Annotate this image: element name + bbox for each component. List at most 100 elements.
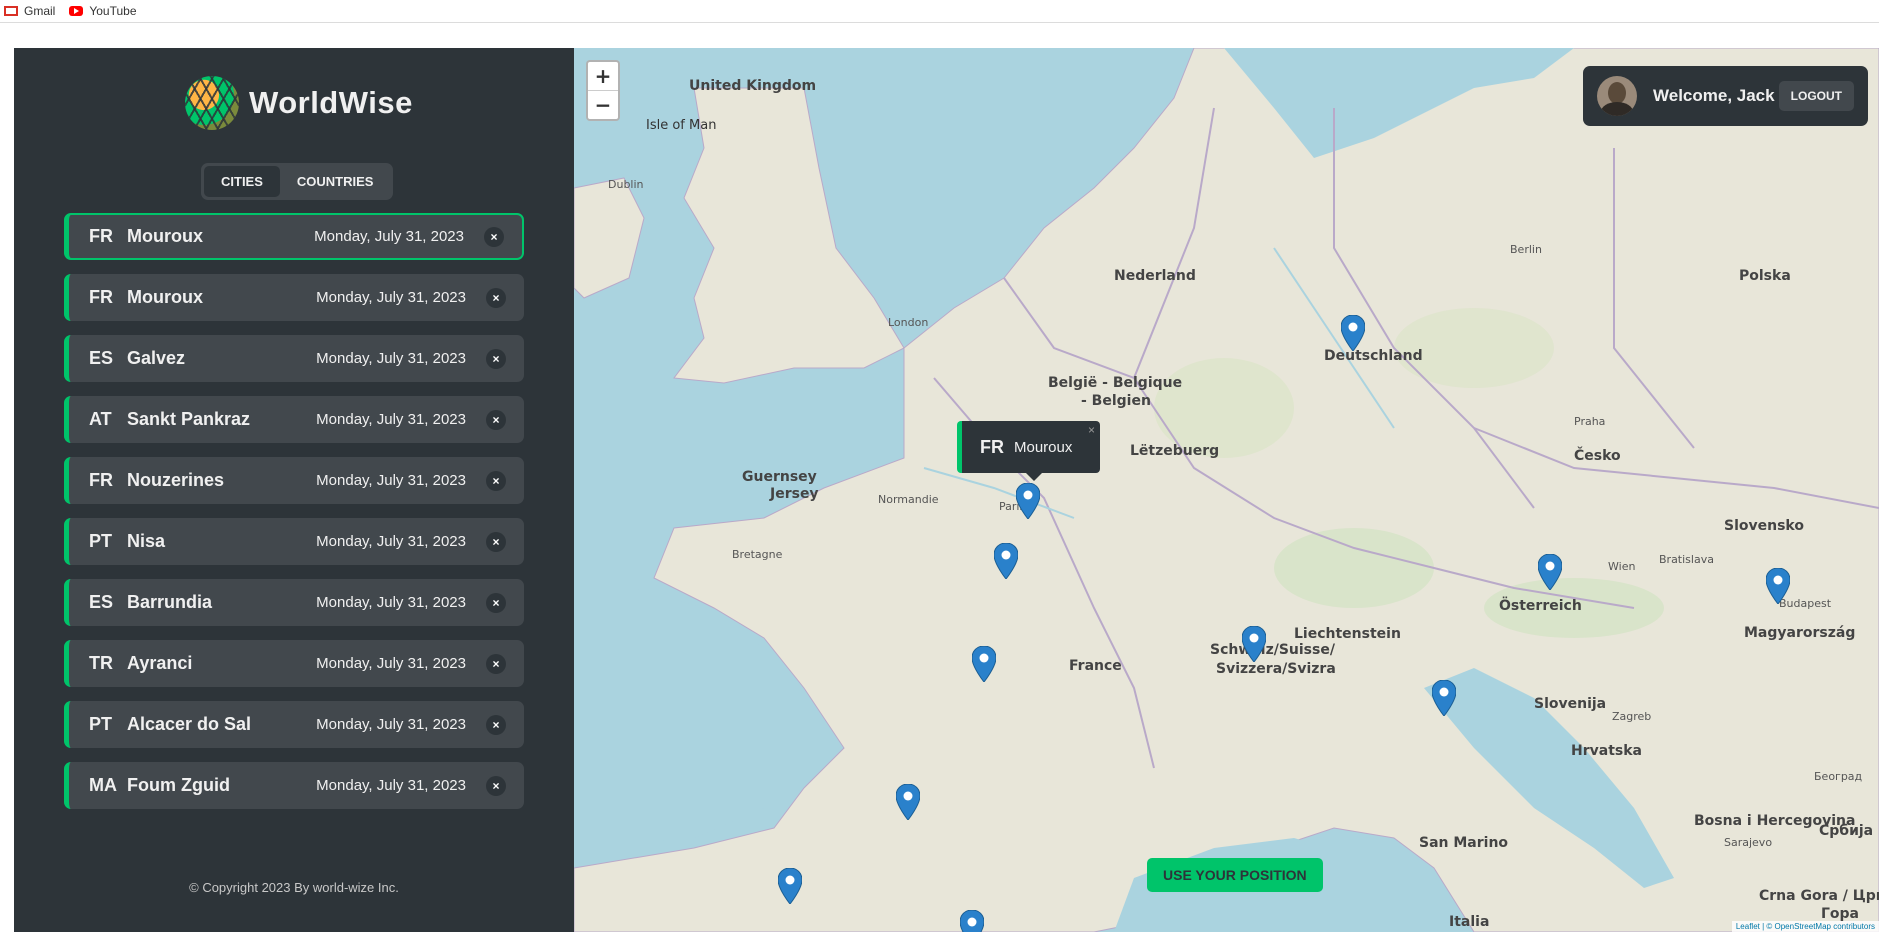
delete-city-button[interactable]: ×	[486, 470, 506, 491]
city-item[interactable]: ES Barrundia Monday, July 31, 2023 ×	[64, 579, 524, 626]
map-marker[interactable]	[960, 910, 984, 932]
map-label: San Marino	[1419, 835, 1509, 851]
city-item[interactable]: PT Alcacer do Sal Monday, July 31, 2023 …	[64, 701, 524, 748]
country-code: PT	[89, 714, 113, 734]
map[interactable]: + − United Kingdom Isle of Man Dublin Lo…	[574, 48, 1879, 932]
map-label: Guernsey	[742, 469, 817, 485]
map-label: Deutschland	[1324, 348, 1423, 364]
map-attribution[interactable]: Leaflet | © OpenStreetMap contributors	[1731, 921, 1879, 932]
city-date: Monday, July 31, 2023	[316, 289, 466, 306]
city-item[interactable]: FR Nouzerines Monday, July 31, 2023 ×	[64, 457, 524, 504]
map-label: London	[888, 316, 929, 329]
city-item[interactable]: PT Nisa Monday, July 31, 2023 ×	[64, 518, 524, 565]
delete-city-button[interactable]: ×	[486, 592, 506, 613]
city-name: Nisa	[127, 531, 166, 551]
map-label: Србија	[1819, 823, 1874, 839]
logo[interactable]: WorldWise	[185, 76, 413, 130]
country-code: FR	[89, 470, 113, 490]
city-item[interactable]: FR Mouroux Monday, July 31, 2023 ×	[64, 274, 524, 321]
city-name: Foum Zguid	[127, 775, 230, 795]
map-label: - Belgien	[1081, 393, 1151, 409]
map-label: Normandie	[878, 493, 939, 506]
city-name: Mouroux	[127, 287, 203, 307]
city-item[interactable]: MA Foum Zguid Monday, July 31, 2023 ×	[64, 762, 524, 809]
bookmark-label: Gmail	[24, 4, 56, 18]
map-marker[interactable]	[994, 543, 1018, 579]
delete-city-button[interactable]: ×	[486, 287, 506, 308]
bookmark-gmail[interactable]: Gmail	[0, 4, 55, 18]
map-marker[interactable]	[1016, 483, 1040, 519]
country-code: AT	[89, 409, 112, 429]
map-label: Zagreb	[1612, 710, 1652, 723]
delete-city-button[interactable]: ×	[486, 531, 506, 552]
globe-logo-icon	[185, 76, 239, 130]
city-list: FR Mouroux Monday, July 31, 2023 × FR Mo…	[64, 213, 524, 823]
map-label: Svizzera/Svizra	[1216, 661, 1336, 677]
map-marker[interactable]	[778, 868, 802, 904]
zoom-out-button[interactable]: −	[588, 90, 618, 119]
delete-city-button[interactable]: ×	[486, 409, 506, 430]
tab-countries[interactable]: COUNTRIES	[280, 166, 391, 197]
delete-city-button[interactable]: ×	[486, 348, 506, 369]
popup-city-name: Mouroux	[1014, 438, 1073, 456]
bookmark-youtube[interactable]: YouTube	[69, 4, 137, 18]
city-name: Alcacer do Sal	[127, 714, 252, 734]
city-date: Monday, July 31, 2023	[316, 411, 466, 428]
country-code: FR	[89, 226, 113, 246]
map-label: Magyarország	[1744, 625, 1856, 641]
country-code: MA	[89, 775, 117, 795]
use-position-button[interactable]: USE YOUR POSITION	[1147, 858, 1323, 892]
delete-city-button[interactable]: ×	[486, 653, 506, 674]
map-label: Београд	[1814, 770, 1863, 783]
zoom-in-button[interactable]: +	[588, 62, 618, 90]
city-name: Nouzerines	[127, 470, 225, 490]
app-layout: WorldWise CITIES COUNTRIES FR Mouroux Mo…	[14, 48, 1879, 932]
bookmarks-bar: Gmail YouTube	[0, 0, 1879, 23]
map-label: Bretagne	[732, 548, 783, 561]
map-label: Гора	[1821, 906, 1860, 922]
city-name: Barrundia	[127, 592, 213, 612]
delete-city-button[interactable]: ×	[486, 714, 506, 735]
city-date: Monday, July 31, 2023	[314, 228, 464, 245]
map-marker[interactable]	[896, 784, 920, 820]
tab-cities[interactable]: CITIES	[204, 166, 280, 197]
map-marker[interactable]	[1766, 568, 1790, 604]
welcome-text: Welcome, Jack	[1653, 86, 1775, 105]
map-label: Liechtenstein	[1294, 626, 1401, 642]
gmail-icon	[4, 6, 18, 16]
map-marker[interactable]	[1242, 626, 1266, 662]
city-item[interactable]: TR Ayranci Monday, July 31, 2023 ×	[64, 640, 524, 687]
map-marker[interactable]	[1341, 315, 1365, 351]
map-label: Slovenija	[1534, 696, 1607, 712]
city-item[interactable]: FR Mouroux Monday, July 31, 2023 ×	[64, 213, 524, 260]
youtube-icon	[69, 6, 84, 16]
map-label: Praha	[1574, 415, 1606, 428]
delete-city-button[interactable]: ×	[484, 226, 504, 247]
city-item[interactable]: AT Sankt Pankraz Monday, July 31, 2023 ×	[64, 396, 524, 443]
map-label: Hrvatska	[1571, 743, 1642, 759]
popup-close-button[interactable]: ×	[1088, 423, 1095, 437]
city-name: Ayranci	[127, 653, 193, 673]
city-date: Monday, July 31, 2023	[316, 594, 466, 611]
map-label: België - Belgique	[1048, 375, 1183, 391]
map-label: Lëtzebuerg	[1130, 443, 1220, 459]
avatar	[1597, 76, 1637, 116]
city-name: Galvez	[127, 348, 186, 368]
map-label: Berlin	[1510, 243, 1542, 256]
marker-popup[interactable]: FR Mouroux ×	[957, 421, 1100, 481]
city-date: Monday, July 31, 2023	[316, 533, 466, 550]
map-marker[interactable]	[1432, 680, 1456, 716]
logout-button[interactable]: LOGOUT	[1778, 81, 1854, 111]
delete-city-button[interactable]: ×	[486, 775, 506, 796]
city-date: Monday, July 31, 2023	[316, 716, 466, 733]
map-label: Jersey	[770, 486, 819, 502]
city-date: Monday, July 31, 2023	[316, 350, 466, 367]
map-label: United Kingdom	[689, 78, 817, 94]
user-panel: Welcome, Jack LOGOUT	[1583, 66, 1868, 126]
map-marker[interactable]	[972, 646, 996, 682]
city-item[interactable]: ES Galvez Monday, July 31, 2023 ×	[64, 335, 524, 382]
nav-tabs: CITIES COUNTRIES	[201, 163, 394, 200]
country-code: PT	[89, 531, 113, 551]
map-marker[interactable]	[1538, 554, 1562, 590]
country-code: ES	[89, 592, 114, 612]
